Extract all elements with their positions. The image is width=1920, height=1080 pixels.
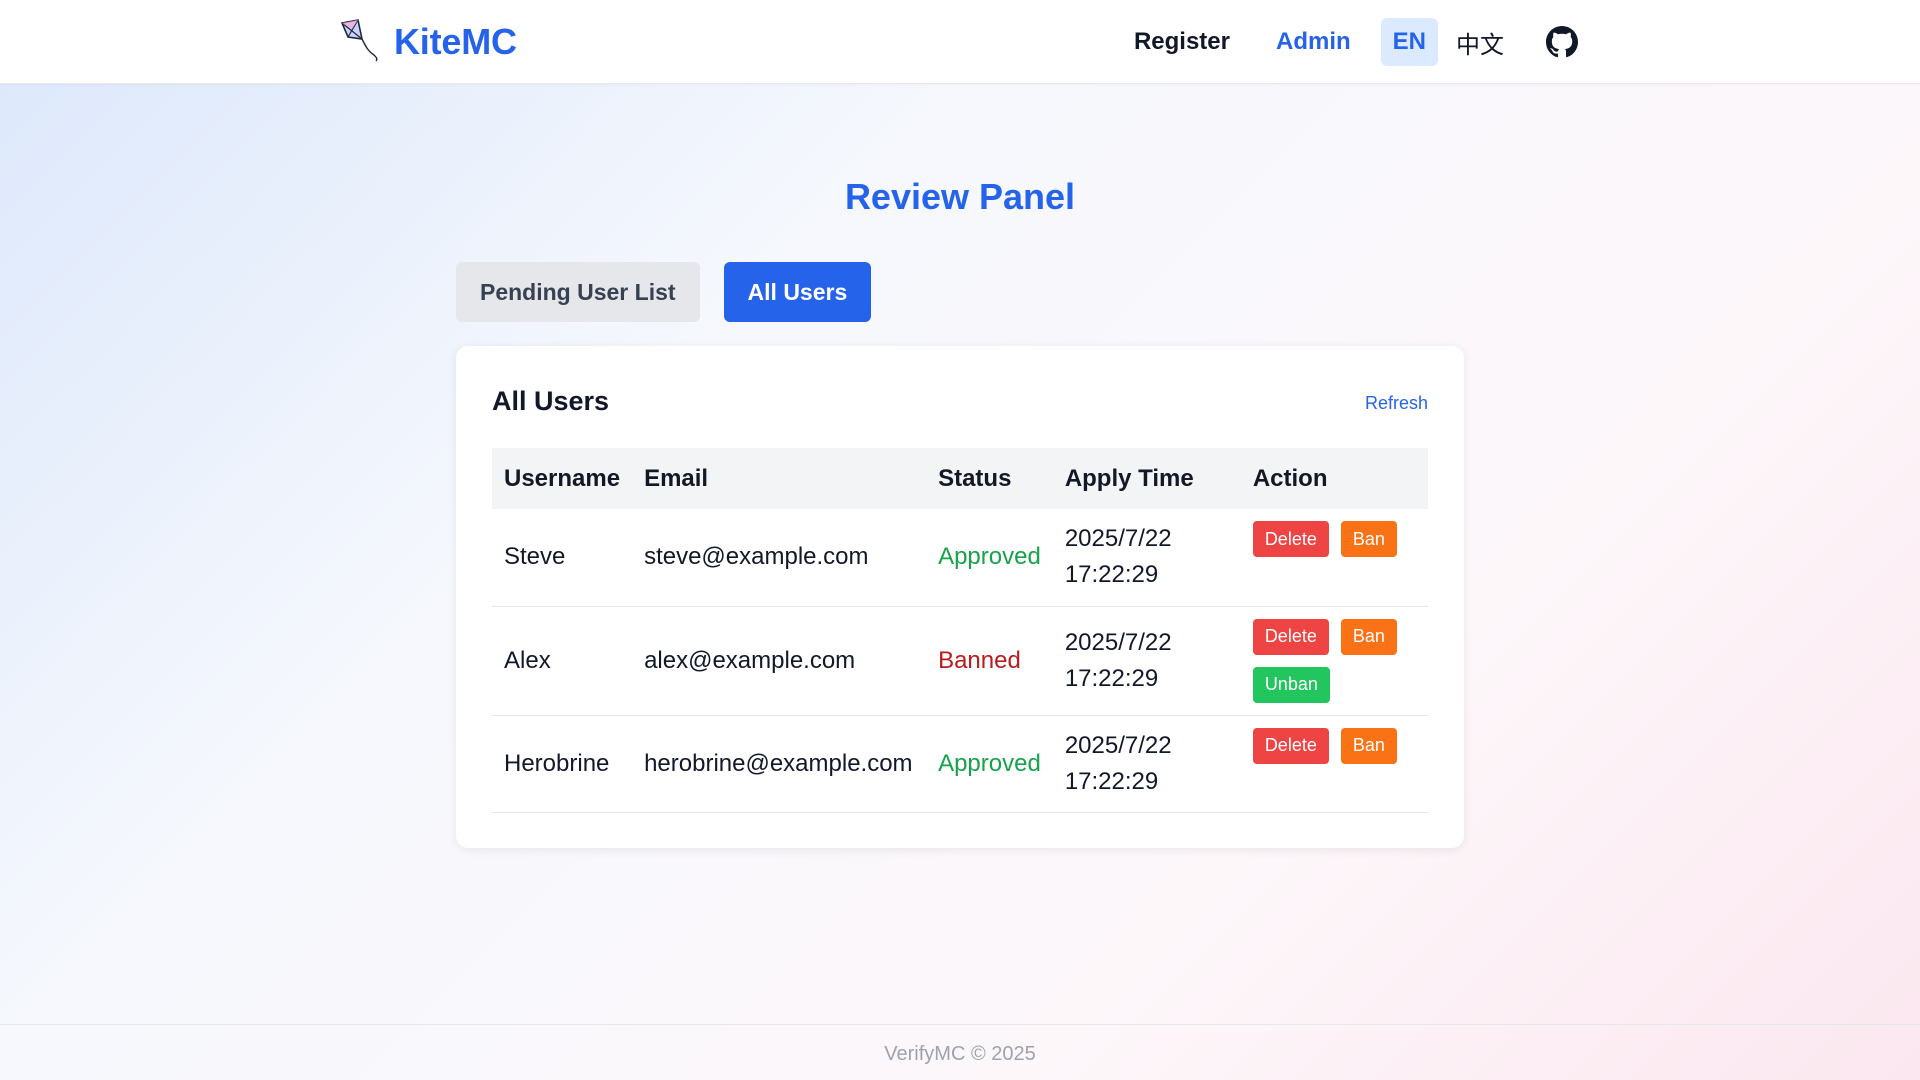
- users-table: Username Email Status Apply Time Action …: [492, 448, 1428, 813]
- ban-button[interactable]: Ban: [1340, 521, 1397, 557]
- main-nav: Register Admin EN 中文: [1124, 18, 1580, 66]
- ban-button[interactable]: Ban: [1340, 727, 1397, 764]
- column-header-email: Email: [644, 464, 709, 492]
- status-cell: Banned: [926, 606, 1053, 716]
- email-cell: alex@example.com: [632, 606, 927, 716]
- top-navbar: KiteMC Register Admin EN 中文: [0, 0, 1920, 84]
- card-title: All Users: [492, 386, 610, 416]
- action-cell: Delete Ban: [1240, 715, 1428, 813]
- table-row: Steve steve@example.com Approved 2025/7/…: [492, 509, 1428, 607]
- status-cell: Approved: [926, 715, 1053, 813]
- table-header-row: Username Email Status Apply Time Action: [492, 448, 1428, 509]
- delete-button[interactable]: Delete: [1252, 727, 1329, 764]
- status-cell: Approved: [926, 509, 1053, 607]
- github-icon[interactable]: [1546, 25, 1580, 59]
- column-header-status: Status: [938, 464, 1012, 492]
- delete-button[interactable]: Delete: [1252, 618, 1329, 655]
- apply-date: 2025/7/22: [1064, 525, 1172, 553]
- tab-pending-user-list[interactable]: Pending User List: [456, 262, 700, 322]
- all-users-card: All Users Refresh Username Email Status …: [456, 346, 1464, 848]
- apply-time-cell: 2025/7/22 17:22:29: [1052, 606, 1241, 716]
- ban-button[interactable]: Ban: [1340, 618, 1397, 655]
- table-row: Alex alex@example.com Banned 2025/7/22 1…: [492, 606, 1428, 716]
- brand-name: KiteMC: [394, 21, 517, 62]
- action-cell: Delete Ban Unban: [1240, 606, 1428, 716]
- username-cell: Steve: [492, 509, 633, 607]
- tab-all-users[interactable]: All Users: [723, 262, 872, 322]
- apply-clock: 17:22:29: [1064, 561, 1159, 589]
- unban-button[interactable]: Unban: [1252, 666, 1330, 703]
- apply-clock: 17:22:29: [1064, 767, 1159, 795]
- brand-home-link[interactable]: KiteMC: [336, 18, 517, 66]
- refresh-link[interactable]: Refresh: [1365, 393, 1428, 414]
- apply-clock: 17:22:29: [1064, 664, 1159, 692]
- action-cell: Delete Ban: [1240, 509, 1428, 607]
- footer-copyright: VerifyMC © 2025: [884, 1043, 1036, 1065]
- review-tabs: Pending User List All Users: [456, 262, 872, 322]
- email-cell: herobrine@example.com: [632, 715, 927, 813]
- lang-zh-button[interactable]: 中文: [1444, 18, 1516, 66]
- apply-time-cell: 2025/7/22 17:22:29: [1052, 715, 1241, 813]
- username-cell: Herobrine: [492, 715, 633, 813]
- apply-time-cell: 2025/7/22 17:22:29: [1052, 509, 1241, 607]
- lang-en-button[interactable]: EN: [1380, 18, 1438, 66]
- kite-icon: [336, 17, 382, 68]
- username-cell: Alex: [492, 606, 633, 716]
- nav-register-link[interactable]: Register: [1124, 20, 1240, 64]
- apply-date: 2025/7/22: [1064, 628, 1172, 656]
- column-header-action: Action: [1252, 464, 1328, 492]
- page-title: Review Panel: [844, 176, 1076, 217]
- column-header-username: Username: [504, 464, 621, 492]
- nav-admin-link[interactable]: Admin: [1266, 20, 1361, 64]
- delete-button[interactable]: Delete: [1252, 521, 1329, 557]
- apply-date: 2025/7/22: [1064, 731, 1172, 759]
- column-header-apply-time: Apply Time: [1064, 464, 1194, 492]
- page-footer: VerifyMC © 2025: [0, 1024, 1920, 1080]
- email-cell: steve@example.com: [632, 509, 927, 607]
- table-row: Herobrine herobrine@example.com Approved…: [492, 715, 1428, 813]
